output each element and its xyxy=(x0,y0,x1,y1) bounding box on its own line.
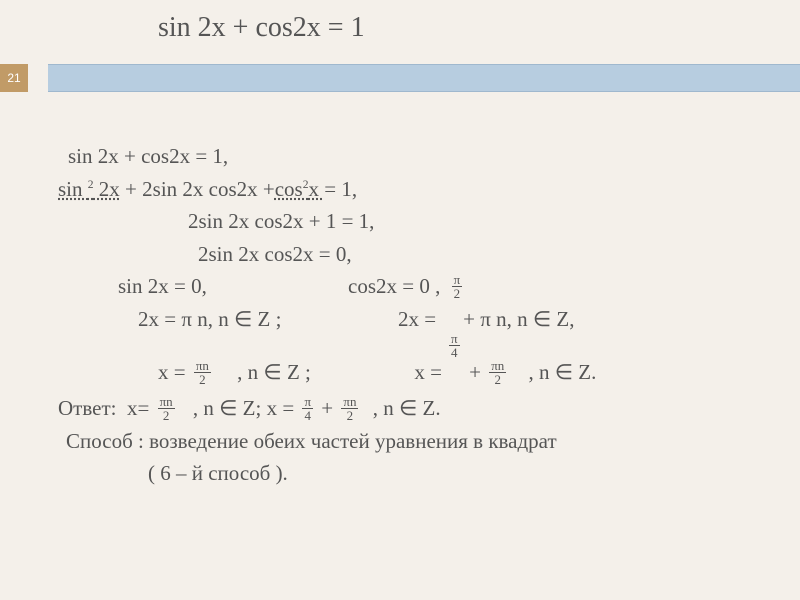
line-2: sin 2 2x + 2sin 2x cos2x +cos2x = 1, xyxy=(58,173,760,206)
line-3: 2sin 2x cos2x + 1 = 1, xyxy=(188,205,760,238)
equation-title: sin 2x + cos2x = 1 xyxy=(158,12,365,44)
line-5: sin 2x = 0,cos2x = 0 , π2 xyxy=(58,270,760,303)
blue-accent-bar xyxy=(48,64,800,92)
page-number-badge: 21 xyxy=(0,64,28,92)
line-4: 2sin 2x cos2x = 0, xyxy=(198,238,760,271)
spacer-bar xyxy=(28,64,48,92)
solution-content: sin 2x + cos2x = 1, sin 2 2x + 2sin 2x c… xyxy=(58,140,760,490)
line-7: x = πn2 , n ∈ Z ; x = π4 + πn2 , n ∈ Z. xyxy=(58,356,760,389)
header-bar: 21 xyxy=(0,64,800,92)
line-1: sin 2x + cos2x = 1, xyxy=(68,140,760,173)
method-line-1: Способ : возведение обеих частей уравнен… xyxy=(66,425,760,458)
answer-line: Ответ: x= πn2 , n ∈ Z; x = π4 + πn2 , n … xyxy=(58,392,760,425)
method-line-2: ( 6 – й способ ). xyxy=(148,457,760,490)
